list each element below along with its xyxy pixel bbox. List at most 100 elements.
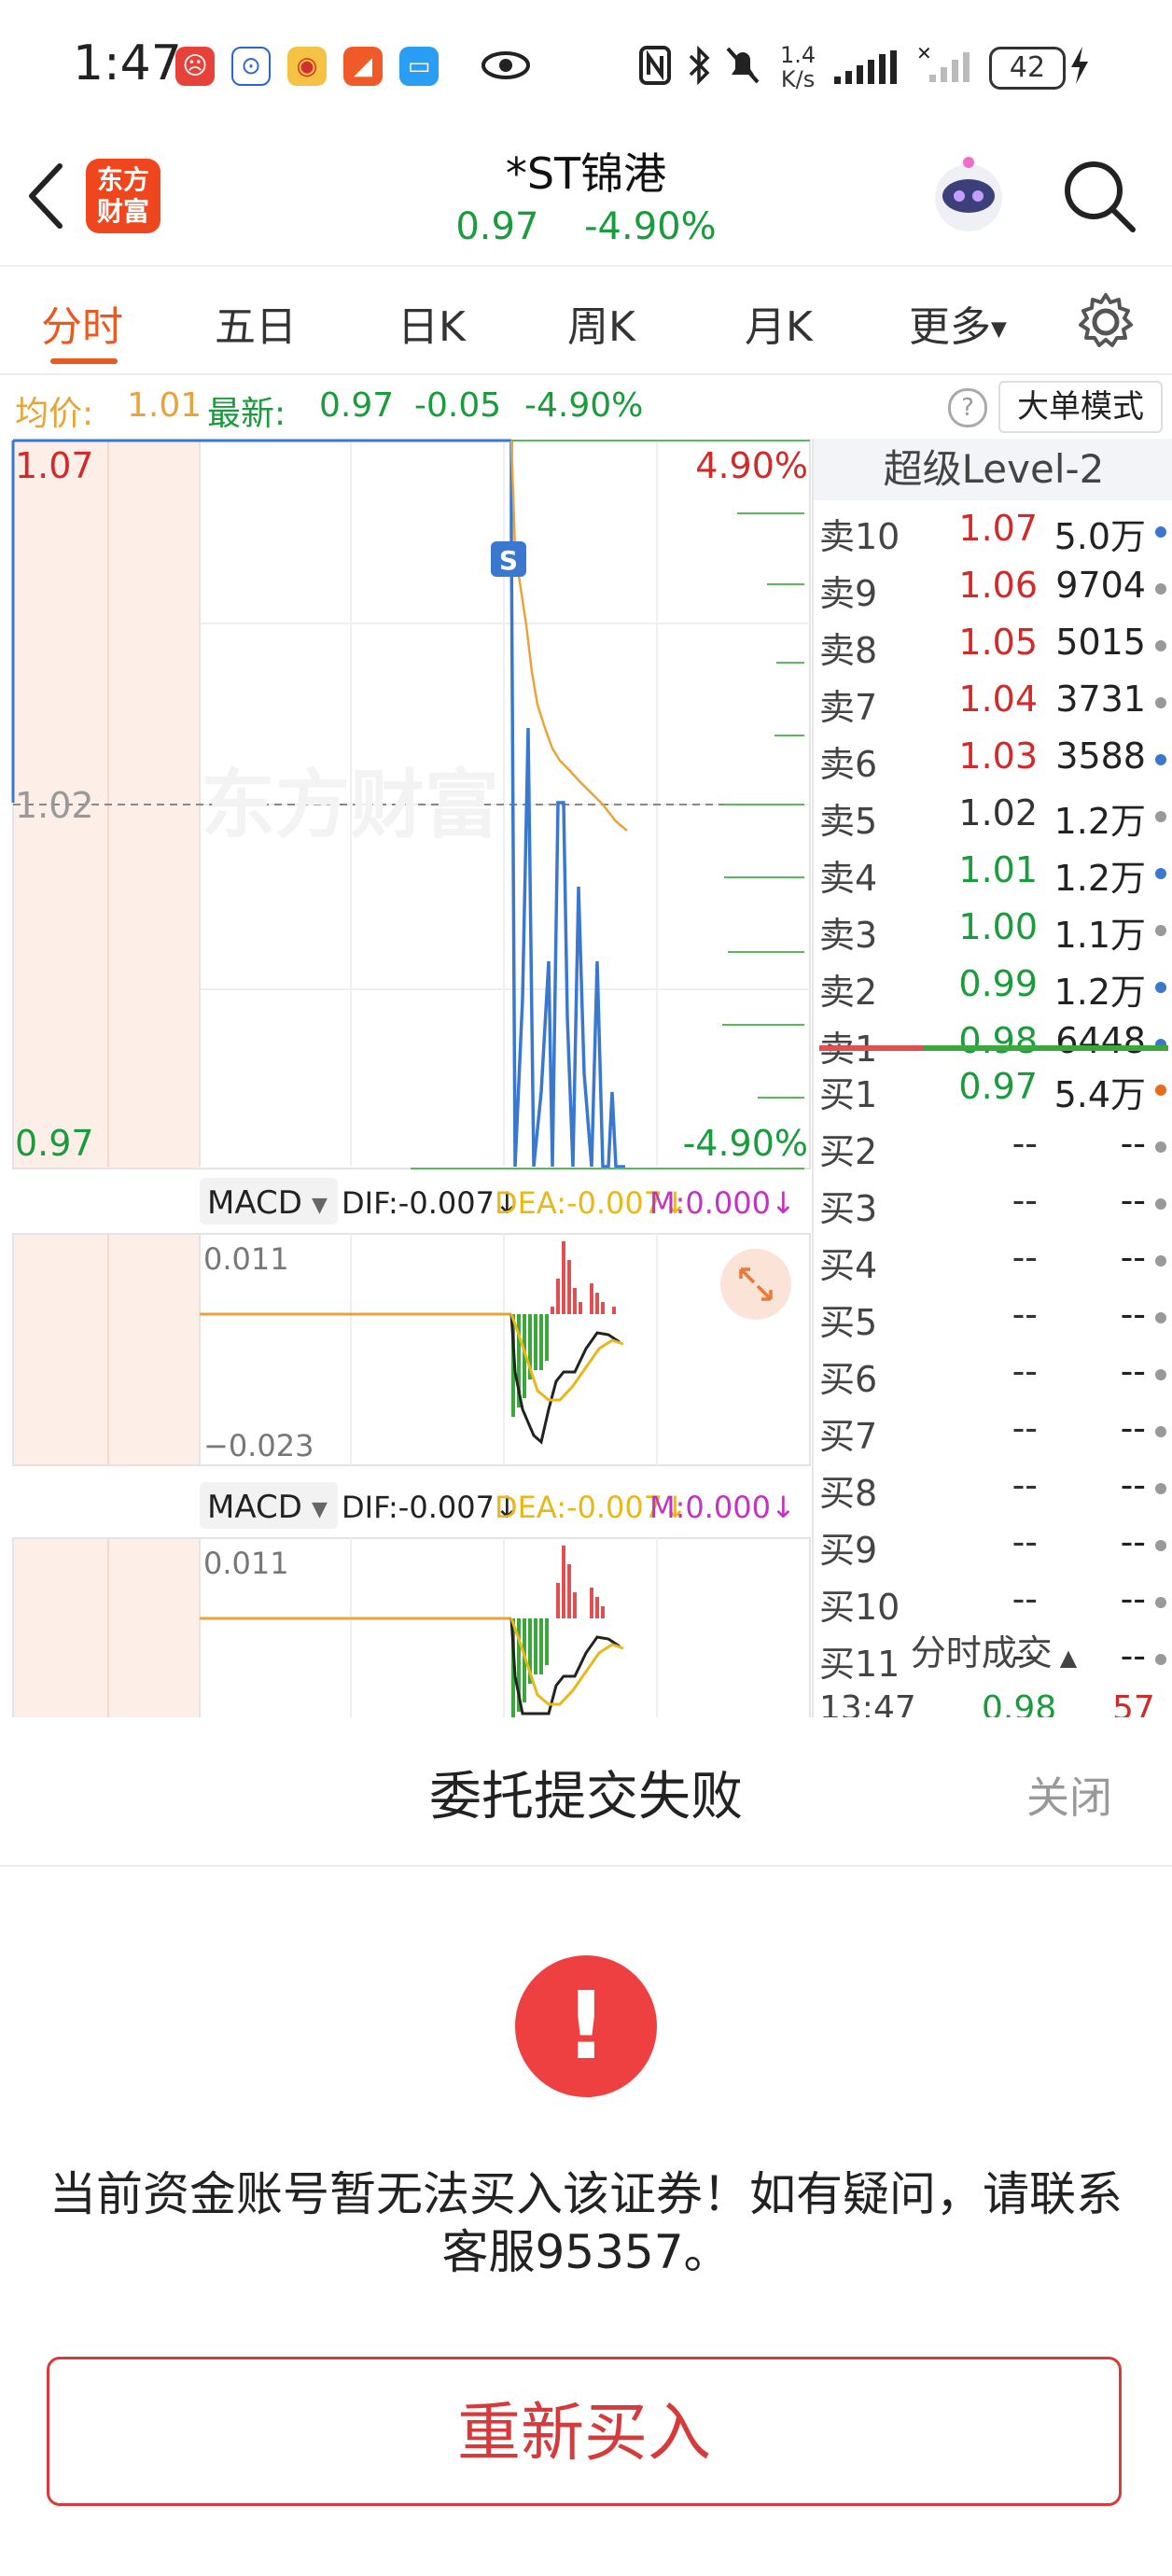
buy-price: -- (1012, 1578, 1038, 1619)
macd1-dif: DIF:-0.007↓ (342, 1185, 520, 1221)
period-tabs: 分时 五日 日K 周K 月K 更多▼ (0, 271, 1172, 373)
sell-volume: 3588 (1055, 735, 1146, 777)
weibo-icon: ◉ (287, 47, 327, 86)
svg-text:✕: ✕ (916, 43, 932, 64)
macd1-top: 0.011 (203, 1241, 289, 1277)
buy-flag-dot (1155, 1483, 1166, 1494)
tab-monthly-k[interactable]: 月K (745, 293, 813, 353)
price-info-line: 均价: 1.01 最新: 0.97 -0.05 -4.90% ? (0, 377, 1172, 439)
level2-title[interactable]: 超级Level-2 (814, 439, 1172, 500)
sell-level-label: 卖10 (819, 516, 900, 557)
battery-indicator: 42 (989, 47, 1066, 90)
buy-row[interactable]: 买3 -- -- (814, 1180, 1172, 1230)
dialog-message: 当前资金账号暂无法买入该证券！如有疑问，请联系客服95357。 (49, 2167, 1123, 2279)
app-icon: ◢ (343, 47, 383, 86)
buy-level-label: 买8 (819, 1473, 878, 1514)
sell-volume: 1.2万 (1053, 972, 1146, 1013)
sell-price: 1.04 (958, 679, 1038, 720)
macd2-m: M:0.000↓ (649, 1490, 796, 1525)
tab-intraday[interactable]: 分时 (41, 293, 123, 353)
caret-down-icon: ▼ (312, 1194, 328, 1217)
big-order-mode-button[interactable]: 大单模式 (998, 381, 1163, 433)
sell-flag-dot (1155, 925, 1166, 936)
avg-value: 1.01 (127, 386, 202, 425)
sell-price: 1.00 (958, 906, 1038, 947)
tab-more-label: 更多 (909, 303, 991, 351)
sell-row[interactable]: 卖4 1.01 1.2万 (814, 849, 1172, 900)
buy-level-label: 买9 (819, 1530, 878, 1571)
mute-icon (726, 47, 760, 84)
avg-label: 均价: (15, 395, 94, 433)
buy-price: -- (1012, 1294, 1038, 1335)
sell-row[interactable]: 卖2 0.99 1.2万 (814, 963, 1172, 1014)
sell-volume: 1.1万 (1053, 915, 1146, 956)
buy-row[interactable]: 买2 -- -- (814, 1123, 1172, 1173)
sell-row[interactable]: 卖6 1.03 3588 (814, 735, 1172, 786)
sell-row[interactable]: 卖8 1.05 5015 (814, 622, 1172, 672)
signal-icon (834, 50, 897, 84)
buy-volume: -- (1120, 1578, 1146, 1619)
buy-volume: -- (1120, 1407, 1146, 1449)
sell-price: 1.03 (958, 735, 1038, 777)
buy-level-label: 买7 (819, 1416, 878, 1457)
search-icon[interactable] (1060, 157, 1138, 235)
gear-icon[interactable] (1075, 291, 1137, 353)
buy-flag-dot (1155, 1198, 1166, 1210)
stock-header: 东方 财富 *ST锦港 0.97 -4.90% (0, 140, 1172, 265)
tab-five-day[interactable]: 五日 (215, 293, 297, 353)
alert-icon: ! (515, 1955, 657, 2097)
nfc-icon (639, 46, 671, 85)
buy-price: -- (1012, 1521, 1038, 1562)
buy-row[interactable]: 买5 -- -- (814, 1294, 1172, 1344)
status-bar: 1:47 ☹ ⊙ ◉ ◢ ▭ 1.4 K/s ✕ 42 (0, 0, 1172, 135)
buy-volume: -- (1120, 1123, 1146, 1164)
tab-more[interactable]: 更多▼ (909, 293, 1007, 353)
buy-level-label: 买6 (819, 1359, 878, 1400)
charging-icon (1071, 47, 1088, 84)
buy-row[interactable]: 买1 0.97 5.4万 (814, 1066, 1172, 1116)
robot-assistant-icon[interactable] (924, 149, 1013, 239)
net-speed-value: 1.4 (780, 42, 816, 68)
buy-price: -- (1012, 1464, 1038, 1505)
tab-daily-k[interactable]: 日K (398, 293, 466, 353)
sell-flag-dot (1155, 982, 1166, 993)
buy-flag-dot (1155, 1597, 1166, 1608)
buy-row[interactable]: 买6 -- -- (814, 1351, 1172, 1401)
sell-row[interactable]: 卖10 1.07 5.0万 (814, 508, 1172, 558)
buy-price: 0.97 (958, 1066, 1038, 1107)
order-failed-dialog: 委托提交失败 关闭 ! 当前资金账号暂无法买入该证券！如有疑问，请联系客服953… (0, 1717, 1172, 2576)
sell-buy-bar-red (819, 1045, 924, 1051)
buy-volume: -- (1120, 1464, 1146, 1505)
app-icon: ⊙ (231, 47, 271, 86)
chart-svg[interactable]: 东方财富 S 1.07 1.02 0.97 4.90% -4.90% MACD … (0, 439, 812, 1717)
buy-row[interactable]: 买7 -- -- (814, 1407, 1172, 1458)
buy-row[interactable]: 买9 -- -- (814, 1521, 1172, 1572)
sell-buy-bar-green (924, 1045, 1168, 1051)
sell-row[interactable]: 卖7 1.04 3731 (814, 679, 1172, 729)
sell-price: 0.98 (958, 1020, 1038, 1061)
sell-flag-dot (1155, 583, 1166, 595)
buy-volume: -- (1120, 1237, 1146, 1278)
time-sales-toggle[interactable]: 分时成交 ▲ (814, 1624, 1172, 1675)
buy-row[interactable]: 买4 -- -- (814, 1237, 1172, 1287)
sell-flag-dot (1155, 754, 1166, 765)
rebuy-button[interactable]: 重新买入 (47, 2357, 1122, 2506)
help-icon[interactable]: ? (948, 388, 987, 427)
sell-volume: 9704 (1055, 565, 1146, 606)
sell-level-label: 卖6 (819, 744, 878, 785)
sell-row[interactable]: 卖5 1.02 1.2万 (814, 792, 1172, 843)
sell-price: 1.05 (958, 622, 1038, 663)
buy-level-label: 买1 (819, 1074, 878, 1115)
buy-row[interactable]: 买8 -- -- (814, 1464, 1172, 1515)
buy-row[interactable]: 买10 -- -- (814, 1578, 1172, 1629)
status-time: 1:47 (73, 35, 182, 91)
sell-price: 1.06 (958, 565, 1038, 606)
close-button[interactable]: 关闭 (1026, 1764, 1112, 1826)
sell-row[interactable]: 卖9 1.06 9704 (814, 565, 1172, 615)
sell-row[interactable]: 卖3 1.00 1.1万 (814, 906, 1172, 957)
sell-volume: 6448 (1055, 1020, 1146, 1061)
expand-button[interactable] (720, 1249, 791, 1320)
buy-flag-dot (1155, 1085, 1166, 1096)
tab-weekly-k[interactable]: 周K (567, 293, 635, 353)
macd2-dif: DIF:-0.007↓ (342, 1490, 520, 1525)
